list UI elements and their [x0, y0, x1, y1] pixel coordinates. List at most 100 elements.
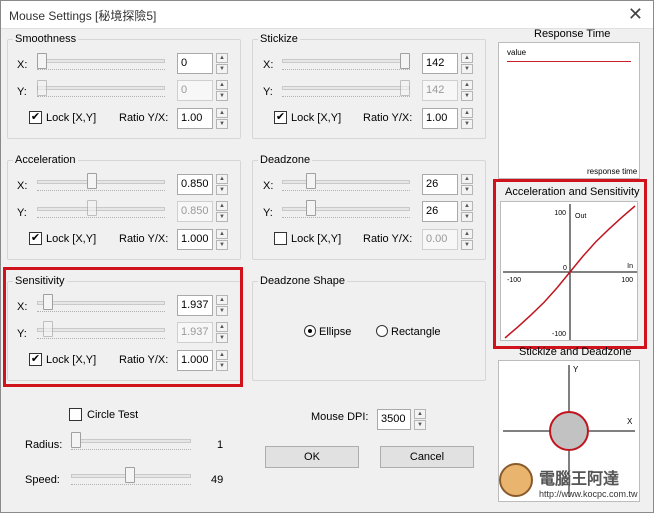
spin-down-icon[interactable]: ▼ [216, 212, 228, 222]
stickize-x-input[interactable]: 142 [422, 53, 458, 74]
smoothness-lock-checkbox[interactable]: ✔ [29, 111, 42, 124]
stickize-y-input[interactable]: 142 [422, 80, 458, 101]
spin-up-icon[interactable]: ▲ [216, 80, 228, 90]
response-time-panel: value response time [498, 42, 640, 179]
circle-test-label: Circle Test [87, 409, 139, 421]
spin-down-icon[interactable]: ▼ [216, 240, 228, 250]
spin-down-icon[interactable]: ▼ [461, 212, 473, 222]
deadzone-x-label: X: [263, 180, 274, 192]
watermark: 電腦王阿達 http://www.kocpc.com.tw [499, 461, 647, 507]
mouse-dpi-spinner[interactable]: ▲ ▼ [414, 409, 426, 430]
spin-down-icon[interactable]: ▼ [216, 91, 228, 101]
stickize-y-slider[interactable] [400, 80, 410, 96]
deadzone-x-slider[interactable] [305, 173, 316, 189]
deadzone-y-spinner[interactable]: ▲ ▼ [461, 201, 473, 222]
stickize-ratio-spinner[interactable]: ▲ ▼ [461, 108, 473, 129]
stickize-x-spinner[interactable]: ▲ ▼ [461, 53, 473, 74]
close-icon[interactable]: ✕ [628, 4, 643, 25]
radius-slider[interactable] [71, 432, 81, 448]
spin-up-icon[interactable]: ▲ [216, 201, 228, 211]
title-bar: Mouse Settings [秘境探險5] ✕ [1, 1, 653, 29]
acceleration-y-input[interactable]: 0.850 [177, 201, 213, 222]
stickize-ratio-input[interactable]: 1.00 [422, 108, 458, 129]
smoothness-x-spinner[interactable]: ▲ ▼ [216, 53, 228, 74]
acceleration-lock-checkbox[interactable]: ✔ [29, 232, 42, 245]
spin-down-icon[interactable]: ▼ [216, 64, 228, 74]
smoothness-y-label: Y: [17, 86, 27, 98]
smoothness-ratio-spinner[interactable]: ▲ ▼ [216, 108, 228, 129]
acceleration-ratio-input[interactable]: 1.000 [177, 229, 213, 250]
spin-down-icon[interactable]: ▼ [216, 119, 228, 129]
spin-up-icon[interactable]: ▲ [461, 108, 473, 118]
stickize-lock-label: Lock [X,Y] [291, 112, 342, 124]
spin-up-icon[interactable]: ▲ [461, 174, 473, 184]
acceleration-ratio-spinner[interactable]: ▲ ▼ [216, 229, 228, 250]
deadzone-x-input[interactable]: 26 [422, 174, 458, 195]
spin-up-icon[interactable]: ▲ [461, 201, 473, 211]
stickize-lock-checkbox[interactable]: ✔ [274, 111, 287, 124]
response-time-xlabel: response time [587, 167, 638, 176]
spin-up-icon[interactable]: ▲ [461, 80, 473, 90]
deadzone-ratio-input[interactable]: 0.00 [422, 229, 458, 250]
smoothness-ratio-input[interactable]: 1.00 [177, 108, 213, 129]
stickize-x-slider[interactable] [400, 53, 410, 69]
deadzone-x-spinner[interactable]: ▲ ▼ [461, 174, 473, 195]
deadzone-y-input[interactable]: 26 [422, 201, 458, 222]
acceleration-x-spinner[interactable]: ▲ ▼ [216, 174, 228, 195]
cancel-button[interactable]: Cancel [380, 446, 474, 468]
acceleration-ratio-label: Ratio Y/X: [119, 233, 169, 245]
window-title: Mouse Settings [秘境探險5] [9, 9, 157, 23]
spin-down-icon[interactable]: ▼ [461, 240, 473, 250]
response-time-line [507, 61, 631, 62]
sensitivity-highlight-frame [3, 267, 243, 387]
acceleration-x-slider[interactable] [86, 173, 97, 189]
spin-up-icon[interactable]: ▲ [216, 108, 228, 118]
smoothness-x-ticks [37, 69, 165, 72]
acceleration-y-spinner[interactable]: ▲ ▼ [216, 201, 228, 222]
spin-down-icon[interactable]: ▼ [461, 91, 473, 101]
deadzone-circle [549, 411, 589, 451]
spin-up-icon[interactable]: ▲ [216, 174, 228, 184]
smoothness-y-spinner[interactable]: ▲ ▼ [216, 80, 228, 101]
radius-label: Radius: [25, 439, 63, 451]
ok-button[interactable]: OK [265, 446, 359, 468]
spin-down-icon[interactable]: ▼ [414, 420, 426, 430]
smoothness-y-slider[interactable] [37, 80, 47, 96]
smoothness-ratio-label: Ratio Y/X: [119, 112, 169, 124]
spin-up-icon[interactable]: ▲ [461, 53, 473, 63]
spin-down-icon[interactable]: ▼ [216, 185, 228, 195]
smoothness-x-slider[interactable] [37, 53, 47, 69]
spin-down-icon[interactable]: ▼ [461, 185, 473, 195]
ellipse-label: Ellipse [319, 326, 352, 338]
smoothness-x-input[interactable]: 0 [177, 53, 213, 74]
stickize-y-axis-label: Y [573, 365, 579, 374]
acceleration-y-ticks [37, 217, 165, 220]
spin-up-icon[interactable]: ▲ [414, 409, 426, 419]
spin-down-icon[interactable]: ▼ [461, 64, 473, 74]
radius-value: 1 [217, 439, 224, 451]
deadzone-x-track [282, 180, 410, 184]
stickize-y-ticks [282, 96, 410, 99]
deadzone-lock-checkbox[interactable] [274, 232, 287, 245]
response-time-title: Response Time [534, 28, 611, 40]
spin-up-icon[interactable]: ▲ [461, 229, 473, 239]
acceleration-title: Acceleration [13, 154, 78, 166]
ellipse-radio[interactable] [304, 325, 316, 337]
stickize-y-spinner[interactable]: ▲ ▼ [461, 80, 473, 101]
deadzone-ratio-spinner[interactable]: ▲ ▼ [461, 229, 473, 250]
stickize-y-label: Y: [263, 86, 273, 98]
spin-up-icon[interactable]: ▲ [216, 53, 228, 63]
speed-slider[interactable] [124, 467, 135, 483]
rectangle-radio[interactable] [376, 325, 388, 337]
acceleration-x-input[interactable]: 0.850 [177, 174, 213, 195]
stickize-x-axis-label: X [627, 417, 633, 426]
deadzone-y-slider[interactable] [305, 200, 316, 216]
smoothness-y-input[interactable]: 0 [177, 80, 213, 101]
mouse-dpi-input[interactable]: 3500 [377, 409, 411, 430]
stickize-x-track [282, 59, 410, 63]
smoothness-lock-label: Lock [X,Y] [46, 112, 97, 124]
spin-up-icon[interactable]: ▲ [216, 229, 228, 239]
circle-test-checkbox[interactable] [69, 408, 82, 421]
spin-down-icon[interactable]: ▼ [461, 119, 473, 129]
acceleration-y-slider[interactable] [86, 200, 97, 216]
